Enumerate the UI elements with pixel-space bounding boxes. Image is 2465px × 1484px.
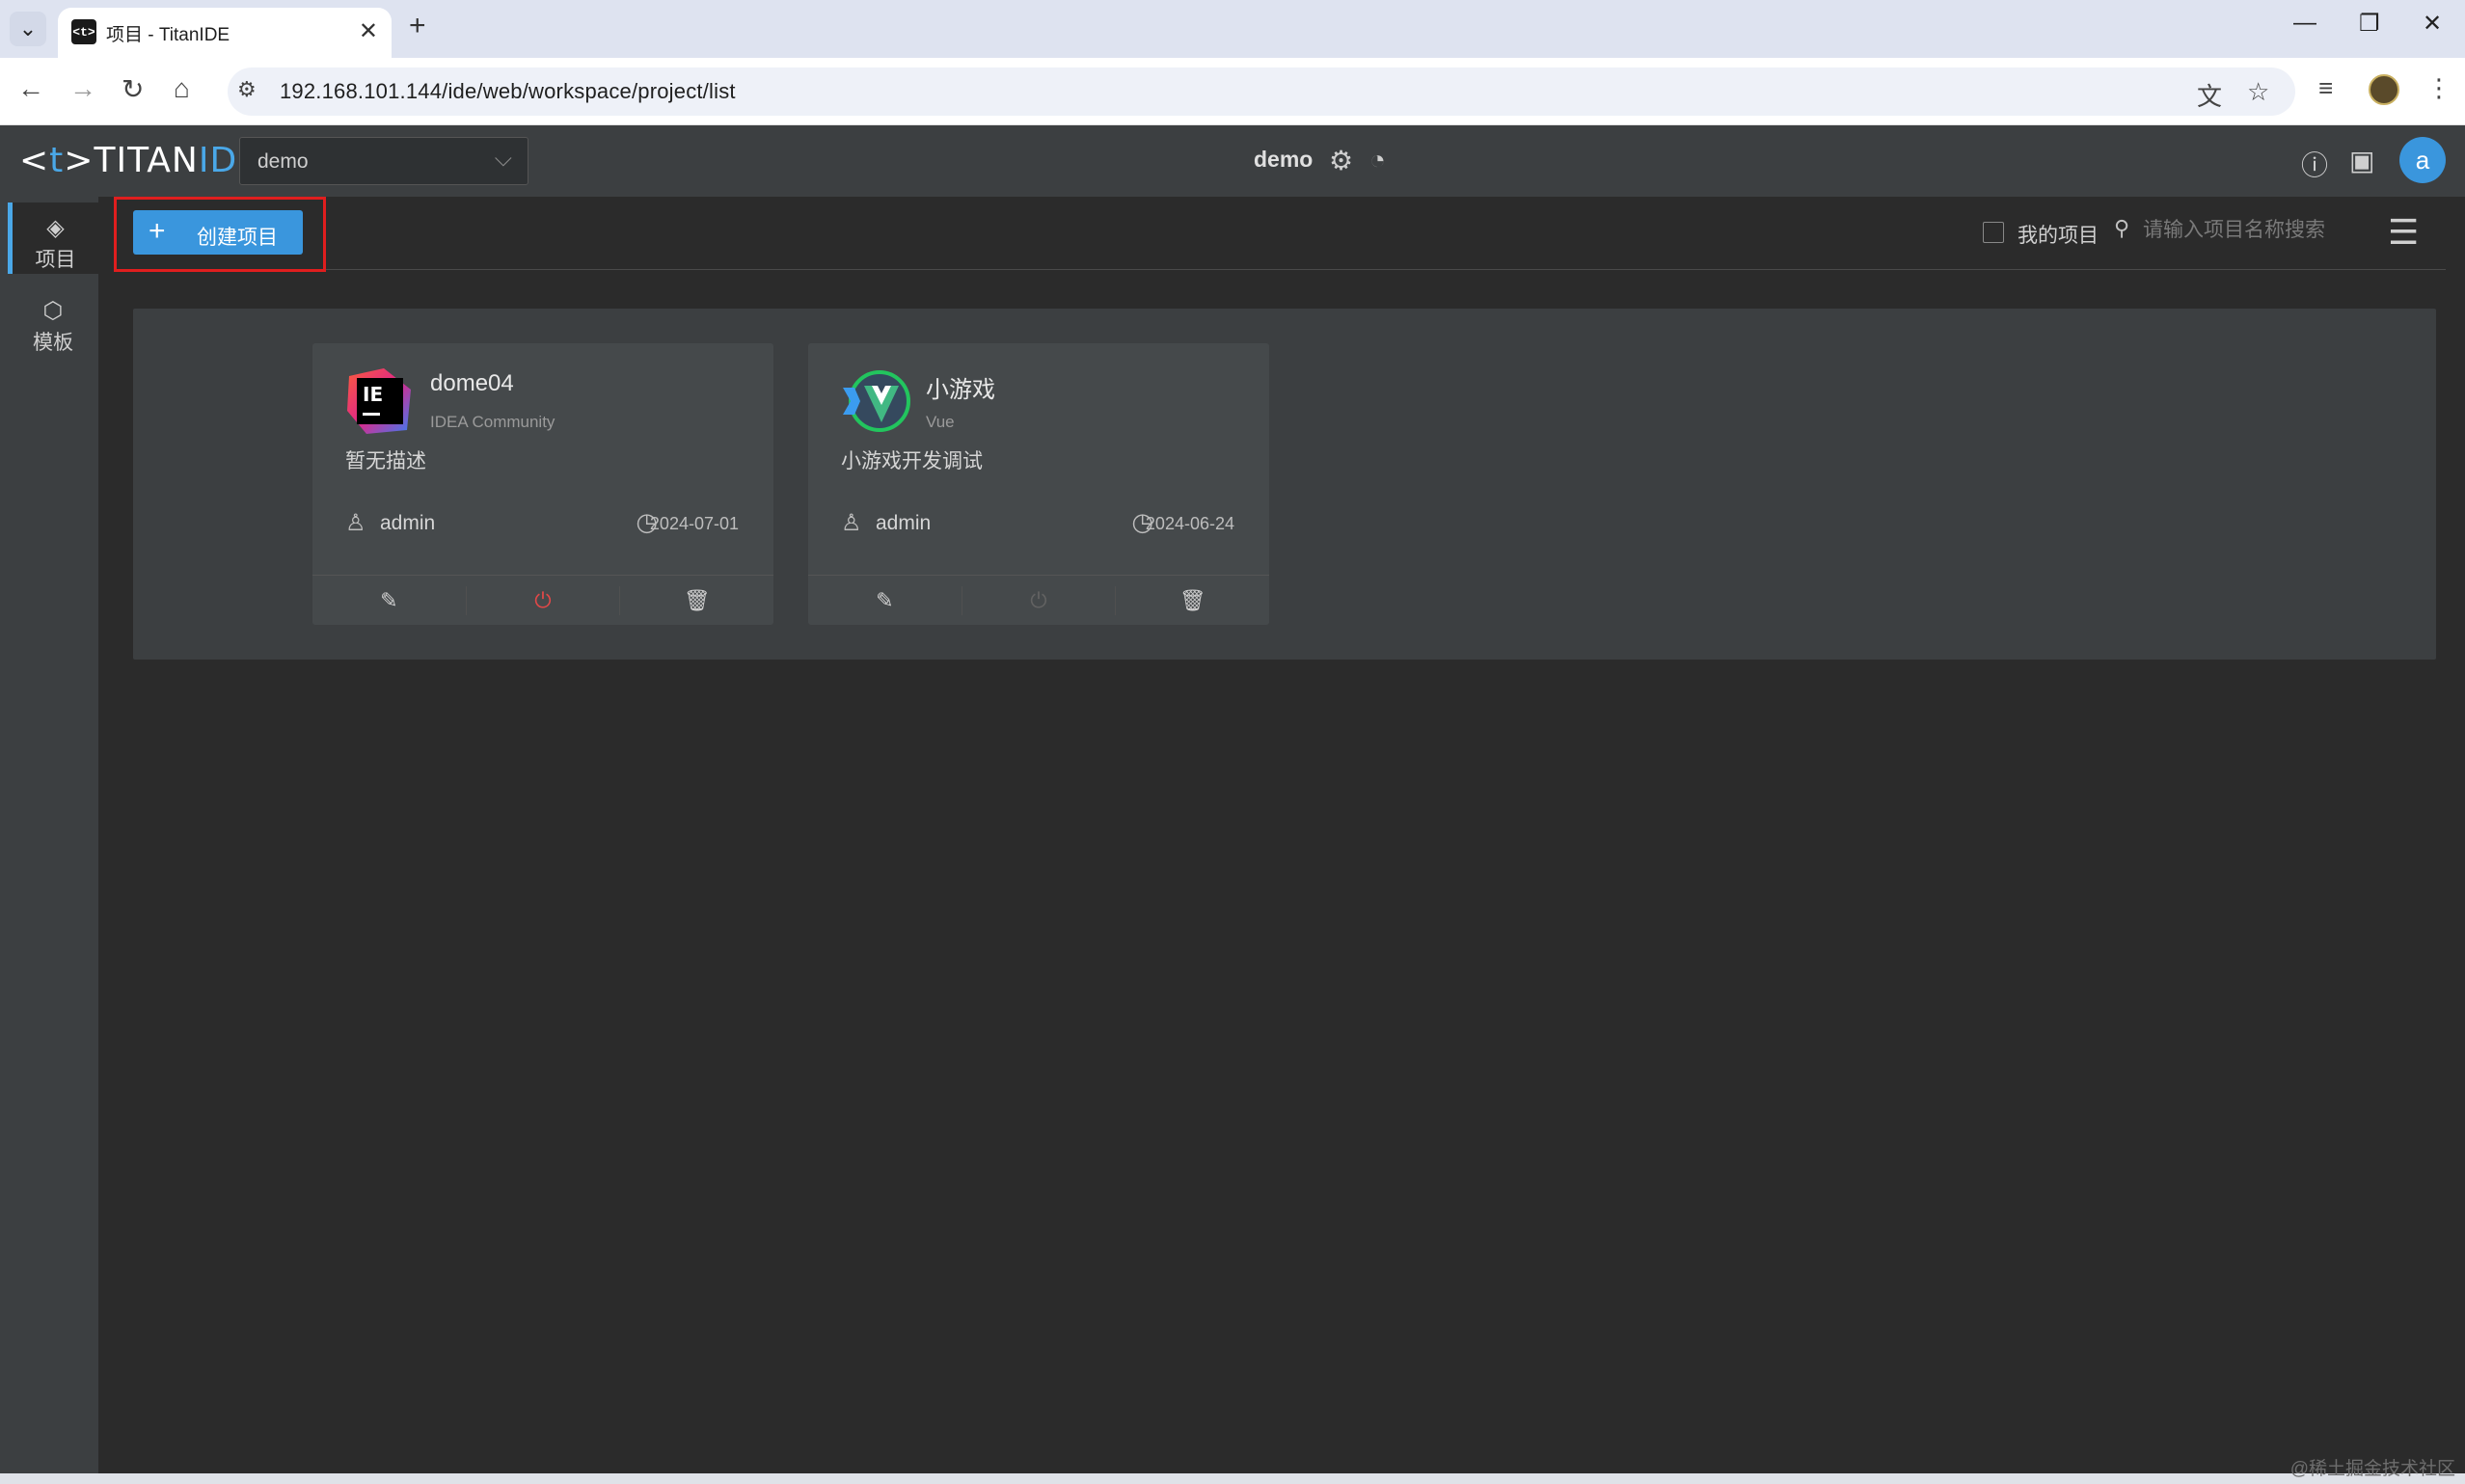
favicon-icon: <t> <box>71 19 96 44</box>
workspace-name: demo <box>1254 147 1314 172</box>
delete-icon[interactable]: 🗑 <box>620 586 773 615</box>
project-date: 2024-06-24 <box>1145 514 1234 533</box>
project-description: 暂无描述 <box>345 450 426 472</box>
project-search-input[interactable] <box>2143 214 2336 247</box>
plus-icon: + <box>149 215 166 247</box>
project-toolbar: + 创建项目 我的项目 ⚲ ☰ <box>114 197 2446 272</box>
profile-avatar[interactable] <box>2369 74 2399 105</box>
forward-icon[interactable]: → <box>69 73 96 104</box>
url-text[interactable]: 192.168.101.144/ide/web/workspace/projec… <box>280 79 736 104</box>
project-actions: ✎ ⏻ 🗑 <box>312 575 773 625</box>
sidebar-item-label: 项目 <box>35 249 76 271</box>
list-view-menu-icon[interactable]: ☰ <box>2388 212 2419 253</box>
close-tab-icon[interactable]: ✕ <box>359 17 378 45</box>
intellij-idea-icon: IE <box>347 368 411 434</box>
my-projects-label[interactable]: 我的项目 <box>2018 220 2099 249</box>
browser-tab[interactable]: <t> 项目 - TitanIDE ✕ <box>58 8 392 58</box>
screen: ⌄ <t> 项目 - TitanIDE ✕ + — ❐ ✕ ← → ↻ ⌂ ⚙ … <box>0 0 2465 1484</box>
edit-icon[interactable]: ✎ <box>808 586 962 615</box>
project-card[interactable]: 小游戏 Vue 小游戏开发调试 ♙ admin ◷ 2024-06-24 ✎ ⏻… <box>808 343 1269 625</box>
project-name[interactable]: 小游戏 <box>926 370 995 404</box>
project-description: 小游戏开发调试 <box>841 450 983 472</box>
power-icon[interactable]: ⏻ <box>962 586 1117 615</box>
vue-vscode-icon <box>843 370 910 432</box>
tab-search-icon[interactable]: ⌄ <box>10 12 46 46</box>
sidebar-item-templates[interactable]: ⬡ 模板 <box>8 285 98 357</box>
restore-icon[interactable]: ❐ <box>2359 10 2380 38</box>
media-queue-icon[interactable]: ≡ <box>2318 73 2333 103</box>
user-icon: ♙ <box>345 510 366 536</box>
titanide-logo[interactable]: <t>TITANIDE <box>19 141 260 180</box>
browser-address-bar: ← → ↻ ⌂ ⚙ 192.168.101.144/ide/web/worksp… <box>0 58 2465 125</box>
bottom-strip <box>0 1473 2465 1484</box>
sidebar-item-label: 模板 <box>33 332 73 354</box>
back-icon[interactable]: ← <box>17 73 44 104</box>
project-card[interactable]: IE dome04 IDEA Community 暂无描述 ♙ admin ◷ … <box>312 343 773 625</box>
workspace-select-value: demo <box>257 150 309 173</box>
edit-icon[interactable]: ✎ <box>312 586 467 615</box>
workspace-select[interactable]: demo ⌵ <box>239 137 528 185</box>
svg-text:IE: IE <box>363 383 383 406</box>
workspace-settings-icon[interactable]: ⚙ <box>1329 145 1353 176</box>
site-info-icon[interactable]: ⚙ <box>237 77 257 102</box>
reload-icon[interactable]: ↻ <box>122 73 144 105</box>
cube-icon: ⬡ <box>42 298 64 324</box>
help-icon[interactable]: ⓘ <box>2301 145 2328 183</box>
layers-icon: ◈ <box>46 215 65 241</box>
more-menu-icon[interactable]: ⋮ <box>2426 73 2451 103</box>
sidebar-item-projects[interactable]: ◈ 项目 <box>8 202 98 274</box>
home-icon[interactable]: ⌂ <box>174 73 190 104</box>
project-type: IDEA Community <box>430 413 555 431</box>
project-actions: ✎ ⏻ 🗑 <box>808 575 1269 625</box>
create-project-button[interactable]: + 创建项目 <box>133 210 303 255</box>
project-owner: admin <box>380 512 436 534</box>
watermark: @稀土掘金技术社区 <box>2289 1459 2455 1479</box>
create-project-label: 创建项目 <box>197 227 278 249</box>
sidebar: ◈ 项目 ⬡ 模板 <box>0 197 98 1473</box>
minimize-icon[interactable]: — <box>2293 10 2316 37</box>
browser-tab-bar: ⌄ <t> 项目 - TitanIDE ✕ + — ❐ ✕ <box>0 0 2465 58</box>
user-icon: ♙ <box>841 510 862 536</box>
new-tab-icon[interactable]: + <box>409 10 426 42</box>
translate-icon[interactable]: 文 <box>2197 77 2222 113</box>
bookmark-star-icon[interactable]: ☆ <box>2247 77 2269 107</box>
chevron-down-icon: ⌵ <box>494 146 512 172</box>
project-list-panel: IE dome04 IDEA Community 暂无描述 ♙ admin ◷ … <box>133 309 2436 660</box>
power-icon[interactable]: ⏻ <box>467 586 621 615</box>
app-header: <t>TITANIDE demo ⌵ demo ⚙ ◔ ⓘ ▣ a <box>0 125 2465 197</box>
dashboard-gauge-icon[interactable]: ◔ <box>1369 145 1386 175</box>
admin-settings-icon[interactable]: ▣ <box>2349 145 2374 176</box>
close-window-icon[interactable]: ✕ <box>2423 10 2442 38</box>
delete-icon[interactable]: 🗑 <box>1116 586 1269 615</box>
project-type: Vue <box>926 413 955 431</box>
user-avatar[interactable]: a <box>2399 137 2446 183</box>
url-bar[interactable]: ⚙ 192.168.101.144/ide/web/workspace/proj… <box>228 67 2295 116</box>
my-projects-checkbox[interactable] <box>1983 222 2004 243</box>
project-owner: admin <box>876 512 932 534</box>
search-icon: ⚲ <box>2114 216 2130 240</box>
tab-title: 项目 - TitanIDE <box>106 25 230 45</box>
project-name[interactable]: dome04 <box>430 370 514 397</box>
project-date: 2024-07-01 <box>649 514 739 533</box>
